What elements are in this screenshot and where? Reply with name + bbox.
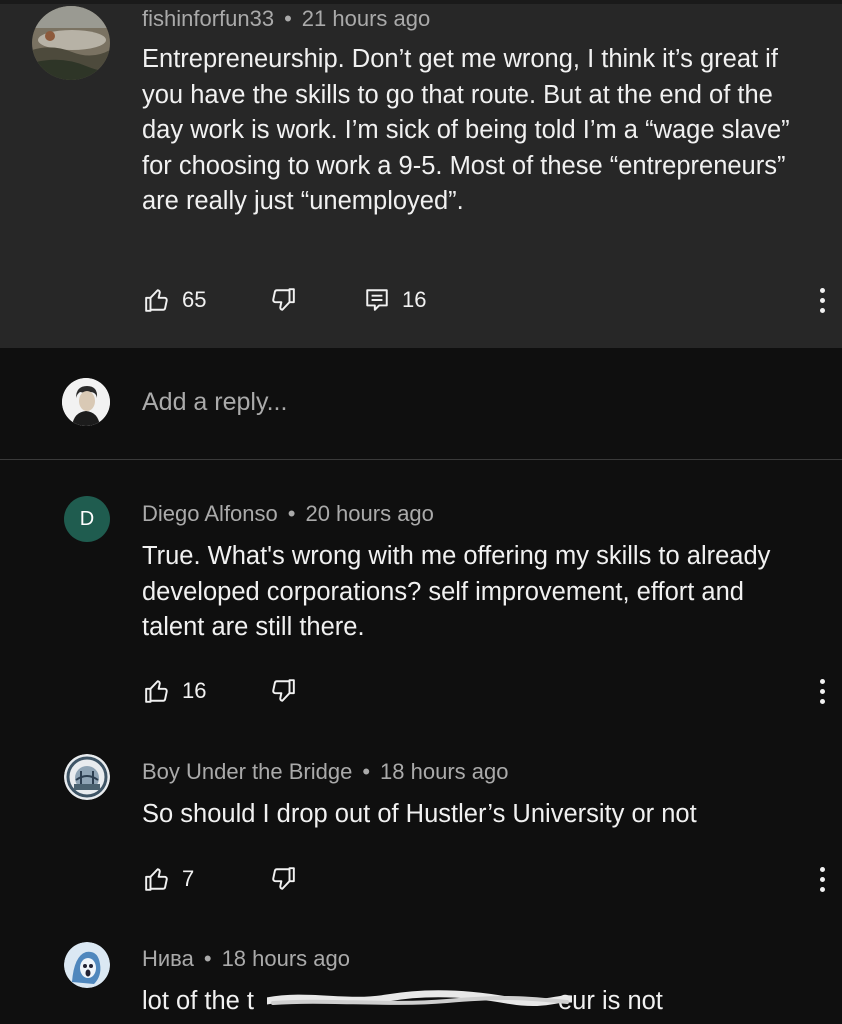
like-button[interactable]: 65 xyxy=(144,280,206,320)
section-divider xyxy=(0,459,842,460)
reply-avatar[interactable] xyxy=(64,754,110,800)
add-reply-input[interactable]: Add a reply... xyxy=(142,388,287,417)
reply-avatar[interactable]: D xyxy=(64,496,110,542)
dislike-button[interactable] xyxy=(270,671,296,711)
like-count: 16 xyxy=(182,678,207,703)
reply-count-button[interactable]: 16 xyxy=(364,280,426,320)
reply-meta: Нива • 18 hours ago xyxy=(142,946,350,972)
reply-meta: Boy Under the Bridge • 18 hours ago xyxy=(142,759,508,785)
meta-separator: • xyxy=(287,501,296,526)
reply-actions: 7 xyxy=(142,859,832,899)
more-options-icon[interactable] xyxy=(812,280,832,320)
thumbs-up-icon xyxy=(145,680,168,703)
comment-time[interactable]: 20 hours ago xyxy=(305,501,433,526)
author-name[interactable]: Diego Alfonso xyxy=(142,501,278,526)
like-button[interactable]: 16 xyxy=(144,671,206,711)
current-user-avatar xyxy=(62,378,110,426)
thumbs-down-icon xyxy=(272,679,295,702)
comment-time[interactable]: 18 hours ago xyxy=(222,946,350,971)
dislike-button[interactable] xyxy=(270,859,296,899)
reply-avatar[interactable] xyxy=(64,942,110,988)
redaction-scribble xyxy=(267,990,572,1006)
comment-actions: 65 16 xyxy=(142,280,832,320)
reply-text-start: lot of the t xyxy=(142,987,254,1015)
thumbs-down-icon xyxy=(272,288,295,311)
reply-text-end: eur is not xyxy=(558,987,663,1015)
user-portrait-icon xyxy=(62,378,110,426)
bridge-logo-icon xyxy=(64,754,110,800)
thumbs-up-icon xyxy=(145,289,168,312)
reply-text: True. What's wrong with me offering my s… xyxy=(142,542,771,641)
like-count: 65 xyxy=(182,287,207,312)
reply-text: So should I drop out of Hustler’s Univer… xyxy=(142,800,697,828)
like-button[interactable]: 7 xyxy=(144,859,194,899)
comment-text: Entrepreneurship. Don’t get me wrong, I … xyxy=(142,45,790,215)
thumbs-down-icon xyxy=(272,867,295,890)
meta-separator: • xyxy=(362,759,371,784)
like-count: 7 xyxy=(182,866,195,891)
meta-separator: • xyxy=(203,946,212,971)
reply-composer: Add a reply... xyxy=(0,348,842,459)
reply-actions: 16 xyxy=(142,671,832,711)
comment-meta: fishinforfun33 • 21 hours ago xyxy=(142,6,430,32)
landscape-avatar-icon xyxy=(32,6,110,80)
author-name[interactable]: Нива xyxy=(142,946,194,971)
more-options-icon[interactable] xyxy=(812,859,832,899)
meta-separator: • xyxy=(284,6,292,31)
comment-time[interactable]: 21 hours ago xyxy=(302,6,430,31)
thumbs-up-icon xyxy=(145,868,168,891)
reply-count: 16 xyxy=(402,287,427,312)
comment-time[interactable]: 18 hours ago xyxy=(380,759,508,784)
ghost-avatar-icon xyxy=(64,942,110,988)
author-avatar[interactable] xyxy=(32,6,110,80)
original-comment: fishinforfun33 • 21 hours ago Entrepreneur… xyxy=(0,4,842,348)
more-options-icon[interactable] xyxy=(812,671,832,711)
dislike-button[interactable] xyxy=(270,280,296,320)
author-name[interactable]: fishinforfun33 xyxy=(142,6,274,31)
reply-meta: Diego Alfonso • 20 hours ago xyxy=(142,501,434,527)
comment-icon xyxy=(366,289,388,311)
author-name[interactable]: Boy Under the Bridge xyxy=(142,759,352,784)
